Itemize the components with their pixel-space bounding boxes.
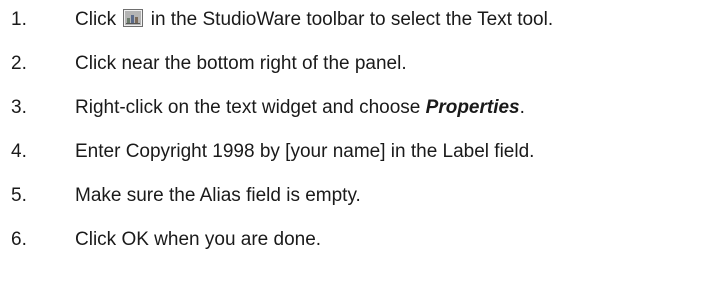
properties-menu-item-name: Properties	[425, 97, 520, 118]
step-number: 2.	[11, 53, 27, 74]
step-2: 2. Click near the bottom right of the pa…	[0, 49, 723, 79]
step-5: 5. Make sure the Alias field is empty.	[0, 181, 723, 211]
step-6: 6. Click OK when you are done.	[0, 225, 723, 255]
step-text: Click near the bottom right of the panel…	[75, 53, 407, 74]
text-tool-icon	[123, 9, 144, 27]
step-text-before-icon: Click	[75, 9, 122, 30]
step-number: 4.	[11, 141, 27, 162]
step-4: 4. Enter Copyright 1998 by [your name] i…	[0, 137, 723, 167]
step-text-before-emphasis: Right-click on the text widget and choos…	[75, 97, 426, 118]
step-number: 6.	[11, 229, 27, 250]
step-number: 1.	[11, 9, 27, 30]
step-number: 3.	[11, 97, 27, 118]
step-text: Enter Copyright 1998 by [your name] in t…	[75, 141, 535, 162]
step-text: Make sure the Alias field is empty.	[75, 185, 361, 206]
step-text: Right-click on the text widget and choos…	[75, 97, 525, 119]
step-3: 3. Right-click on the text widget and ch…	[0, 93, 723, 123]
step-1: 1. Click in the StudioWare toolbar to se…	[0, 5, 723, 35]
step-text-after-emphasis: .	[519, 97, 525, 118]
step-number: 5.	[11, 185, 27, 206]
step-text: Click OK when you are done.	[75, 229, 322, 250]
step-text: Click in the StudioWare toolbar to selec…	[75, 9, 553, 31]
step-text-after-icon: in the StudioWare toolbar to select the …	[145, 9, 554, 30]
